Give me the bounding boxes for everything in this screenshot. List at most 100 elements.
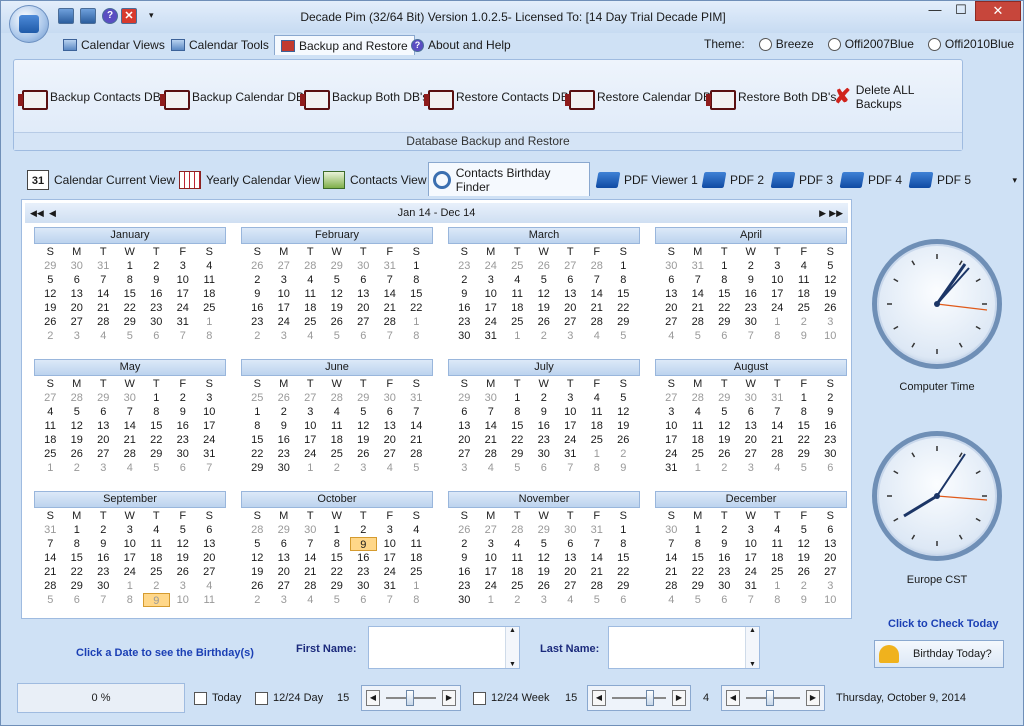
month-name[interactable]: July: [448, 359, 640, 376]
day-cell[interactable]: 14: [117, 419, 144, 433]
day-cell[interactable]: 31: [738, 579, 765, 593]
day-cell[interactable]: 30: [531, 447, 558, 461]
day-cell[interactable]: 22: [324, 565, 351, 579]
day-cell[interactable]: 16: [451, 565, 478, 579]
day-cell[interactable]: 30: [271, 461, 298, 475]
day-cell[interactable]: 26: [244, 259, 271, 273]
day-cell[interactable]: 6: [377, 405, 404, 419]
day-cell[interactable]: 29: [504, 447, 531, 461]
day-cell[interactable]: 1: [196, 315, 223, 329]
day-cell[interactable]: 5: [817, 259, 844, 273]
day-cell[interactable]: 14: [685, 287, 712, 301]
day-cell[interactable]: 8: [117, 593, 144, 607]
day-cell[interactable]: 31: [658, 461, 685, 475]
tab-pdf-viewer-1[interactable]: PDF Viewer 1: [593, 165, 702, 195]
day-cell[interactable]: 21: [584, 301, 611, 315]
day-cell[interactable]: 25: [584, 433, 611, 447]
day-cell[interactable]: 5: [324, 273, 351, 287]
day-cell[interactable]: 4: [658, 329, 685, 343]
day-cell[interactable]: 3: [557, 391, 584, 405]
day-cell[interactable]: 21: [37, 565, 64, 579]
day-cell[interactable]: 6: [711, 593, 738, 607]
tab-contacts-view[interactable]: Contacts View: [319, 165, 430, 195]
day-cell[interactable]: 8: [711, 273, 738, 287]
day-cell[interactable]: 4: [297, 329, 324, 343]
day-cell[interactable]: 22: [504, 433, 531, 447]
app-menu-button[interactable]: [9, 5, 49, 43]
day-cell[interactable]: 6: [711, 329, 738, 343]
day-cell[interactable]: 2: [610, 447, 637, 461]
day-cell[interactable]: 19: [37, 301, 64, 315]
slider-thumb[interactable]: [406, 690, 414, 706]
day-cell[interactable]: 20: [817, 551, 844, 565]
day-cell[interactable]: 2: [143, 579, 170, 593]
day-cell[interactable]: 4: [504, 273, 531, 287]
scrollbar[interactable]: ▲ ▼: [505, 627, 519, 668]
day-cell[interactable]: 3: [764, 259, 791, 273]
day-cell[interactable]: 1: [403, 259, 430, 273]
day-cell[interactable]: 15: [117, 287, 144, 301]
theme-radio-2007[interactable]: [827, 37, 841, 51]
day-cell[interactable]: 30: [90, 579, 117, 593]
day-cell[interactable]: 13: [196, 537, 223, 551]
day-cell[interactable]: 8: [504, 405, 531, 419]
day-cell[interactable]: 9: [90, 537, 117, 551]
day-cell[interactable]: 13: [90, 419, 117, 433]
day-cell[interactable]: 24: [170, 301, 197, 315]
day-cell[interactable]: 2: [37, 329, 64, 343]
day-cell[interactable]: 25: [37, 447, 64, 461]
day-cell[interactable]: 4: [196, 579, 223, 593]
day-cell[interactable]: 1: [504, 329, 531, 343]
first-name-field[interactable]: ▲ ▼: [368, 626, 520, 669]
day-cell[interactable]: 28: [764, 447, 791, 461]
day-cell[interactable]: 30: [478, 391, 505, 405]
day-cell[interactable]: 2: [64, 461, 91, 475]
day-cell[interactable]: 10: [658, 419, 685, 433]
day-cell[interactable]: 1: [584, 447, 611, 461]
day-cell[interactable]: 31: [170, 315, 197, 329]
day-cell[interactable]: 24: [271, 315, 298, 329]
day-cell[interactable]: 2: [350, 523, 377, 537]
day-cell[interactable]: 9: [738, 273, 765, 287]
day-cell[interactable]: 19: [531, 301, 558, 315]
day-cell[interactable]: 30: [738, 315, 765, 329]
day-cell[interactable]: 4: [584, 329, 611, 343]
day-cell[interactable]: 21: [478, 433, 505, 447]
month-name[interactable]: November: [448, 491, 640, 508]
day-cell[interactable]: 7: [584, 273, 611, 287]
day-cell[interactable]: 17: [764, 287, 791, 301]
day-cell[interactable]: 27: [557, 579, 584, 593]
day-cell[interactable]: 2: [143, 259, 170, 273]
slider-2[interactable]: ◀ ▶: [587, 685, 691, 711]
day-cell[interactable]: 18: [685, 433, 712, 447]
day-cell[interactable]: 25: [143, 565, 170, 579]
day-cell[interactable]: 30: [297, 523, 324, 537]
day-cell[interactable]: 25: [764, 565, 791, 579]
day-cell[interactable]: 17: [557, 419, 584, 433]
day-cell[interactable]: 24: [738, 565, 765, 579]
day-cell[interactable]: 7: [584, 537, 611, 551]
day-cell[interactable]: 30: [451, 329, 478, 343]
day-cell[interactable]: 6: [196, 523, 223, 537]
day-cell[interactable]: 24: [764, 301, 791, 315]
day-cell[interactable]: 29: [350, 391, 377, 405]
day-cell[interactable]: 2: [791, 315, 818, 329]
birthday-today-button[interactable]: Birthday Today?: [874, 640, 1004, 668]
day-cell[interactable]: 30: [350, 259, 377, 273]
day-cell[interactable]: 29: [64, 579, 91, 593]
day-cell[interactable]: 1: [610, 523, 637, 537]
day-cell[interactable]: 28: [403, 447, 430, 461]
day-cell[interactable]: 22: [64, 565, 91, 579]
day-cell[interactable]: 6: [531, 461, 558, 475]
day-cell[interactable]: 29: [271, 523, 298, 537]
day-cell[interactable]: 24: [117, 565, 144, 579]
day-cell[interactable]: 13: [451, 419, 478, 433]
day-cell[interactable]: 21: [584, 565, 611, 579]
day-cell[interactable]: 28: [685, 391, 712, 405]
day-cell[interactable]: 11: [504, 551, 531, 565]
day-cell[interactable]: 15: [711, 287, 738, 301]
day-cell[interactable]: 30: [350, 579, 377, 593]
day-cell[interactable]: 26: [531, 315, 558, 329]
day-cell[interactable]: 27: [658, 315, 685, 329]
day-cell[interactable]: 4: [143, 523, 170, 537]
